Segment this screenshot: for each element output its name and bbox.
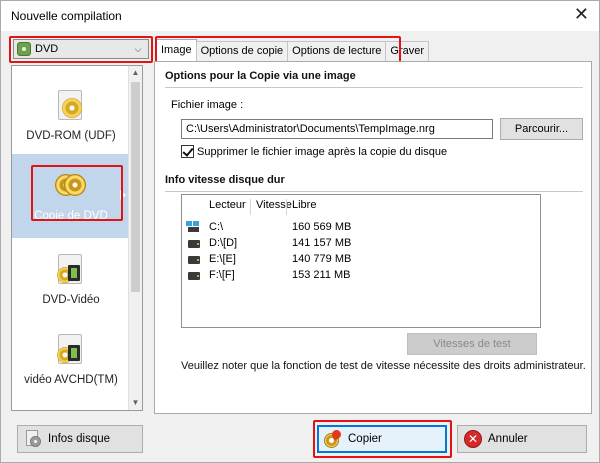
tab-image[interactable]: Image xyxy=(156,39,197,61)
window-title: Nouvelle compilation xyxy=(11,9,122,23)
tab-copy-options[interactable]: Options de copie xyxy=(195,41,289,61)
close-icon[interactable]: ✕ xyxy=(574,5,589,23)
section-divider xyxy=(165,87,583,88)
browse-button[interactable]: Parcourir... xyxy=(500,118,583,140)
drive-free: 160 569 MB xyxy=(292,221,352,233)
compilation-type-list: DVD-ROM (UDF) Copie de DVD DVD-Vidéo vid… xyxy=(11,65,143,411)
column-header-reader[interactable]: Lecteur xyxy=(209,199,246,211)
drive-speed-list: Lecteur Vitesse Libre C:\ 160 569 MB D:\… xyxy=(181,194,541,328)
delete-image-label: Supprimer le fichier image après la copi… xyxy=(197,146,448,158)
disc-info-label: Infos disque xyxy=(48,433,111,445)
drive-reader: F:\[F] xyxy=(209,269,235,281)
copy-label: Copier xyxy=(348,433,382,445)
burn-disc-icon xyxy=(324,428,343,448)
table-row[interactable]: E:\[E] 140 779 MB xyxy=(182,253,540,267)
list-item-label: vidéo AVCHD(TM) xyxy=(24,374,118,386)
disc-type-dropdown[interactable]: DVD ⌵ xyxy=(13,39,149,59)
disc-info-button[interactable]: Infos disque xyxy=(17,425,143,453)
list-item-dvd-video[interactable]: DVD-Vidéo xyxy=(12,238,130,322)
scroll-down-icon[interactable]: ▼ xyxy=(129,396,142,410)
drive-free: 153 211 MB xyxy=(292,269,351,281)
hard-drive-icon xyxy=(188,256,200,264)
dvd-rom-icon xyxy=(54,88,88,122)
image-file-input[interactable]: C:\Users\Administrator\Documents\TempIma… xyxy=(181,119,493,139)
dvd-video-icon xyxy=(54,252,88,286)
tab-read-options[interactable]: Options de lecture xyxy=(287,41,387,61)
table-row[interactable]: D:\[D] 141 157 MB xyxy=(182,237,540,251)
scrollbar-thumb[interactable] xyxy=(131,82,140,292)
cancel-button[interactable]: Annuler xyxy=(457,425,587,453)
tab-bar: Image Options de copie Options de lectur… xyxy=(156,39,430,61)
copy-dvd-icon xyxy=(54,168,88,202)
arrow-right-icon xyxy=(120,190,126,200)
tab-burn[interactable]: Graver xyxy=(385,41,430,61)
column-divider xyxy=(250,199,251,215)
list-item-copy-dvd[interactable]: Copie de DVD xyxy=(12,154,130,238)
avchd-video-icon xyxy=(54,332,88,366)
list-item-label: DVD-Vidéo xyxy=(42,294,100,306)
column-divider xyxy=(286,199,287,215)
left-list-scrollbar[interactable]: ▲ ▼ xyxy=(128,66,142,410)
cancel-label: Annuler xyxy=(488,433,528,445)
drive-free: 140 779 MB xyxy=(292,253,352,265)
dvd-disc-icon xyxy=(17,42,31,56)
network-drive-icon xyxy=(186,221,200,233)
title-bar: Nouvelle compilation ✕ xyxy=(1,1,599,31)
drive-reader: C:\ xyxy=(209,221,224,233)
list-item-label: DVD-ROM (UDF) xyxy=(26,130,116,142)
speed-test-button[interactable]: Vitesses de test xyxy=(407,333,537,355)
column-header-free[interactable]: Libre xyxy=(292,199,316,211)
compilation-window: Nouvelle compilation ✕ DVD ⌵ DVD-ROM (UD… xyxy=(0,0,600,463)
delete-image-checkbox[interactable] xyxy=(181,145,194,158)
scroll-up-icon[interactable]: ▲ xyxy=(129,66,142,80)
list-header: Lecteur Vitesse Libre xyxy=(182,199,540,215)
table-row[interactable]: C:\ 160 569 MB xyxy=(182,221,540,235)
chevron-down-icon[interactable]: ⌵ xyxy=(131,41,145,57)
drive-reader: D:\[D] xyxy=(209,237,238,249)
disc-info-icon xyxy=(24,430,42,448)
disc-type-value: DVD xyxy=(35,43,59,55)
speed-test-note: Veuillez noter que la fonction de test d… xyxy=(181,360,586,372)
image-file-label: Fichier image : xyxy=(171,99,244,111)
table-row[interactable]: F:\[F] 153 211 MB xyxy=(182,269,540,283)
list-item-label: Copie de DVD xyxy=(34,210,108,222)
hard-drive-icon xyxy=(188,240,200,248)
disk-speed-section-title: Info vitesse disque dur xyxy=(165,174,285,186)
image-tab-panel: Options pour la Copie via une image Fich… xyxy=(154,61,592,414)
copy-button[interactable]: Copier xyxy=(317,425,447,453)
list-item-dvd-rom[interactable]: DVD-ROM (UDF) xyxy=(12,74,130,158)
hard-drive-icon xyxy=(188,272,200,280)
list-item-avchd[interactable]: vidéo AVCHD(TM) xyxy=(12,318,130,402)
section-divider xyxy=(165,191,583,192)
copy-image-section-title: Options pour la Copie via une image xyxy=(165,70,356,82)
drive-reader: E:\[E] xyxy=(209,253,236,265)
drive-free: 141 157 MB xyxy=(292,237,352,249)
cancel-icon xyxy=(464,430,482,448)
